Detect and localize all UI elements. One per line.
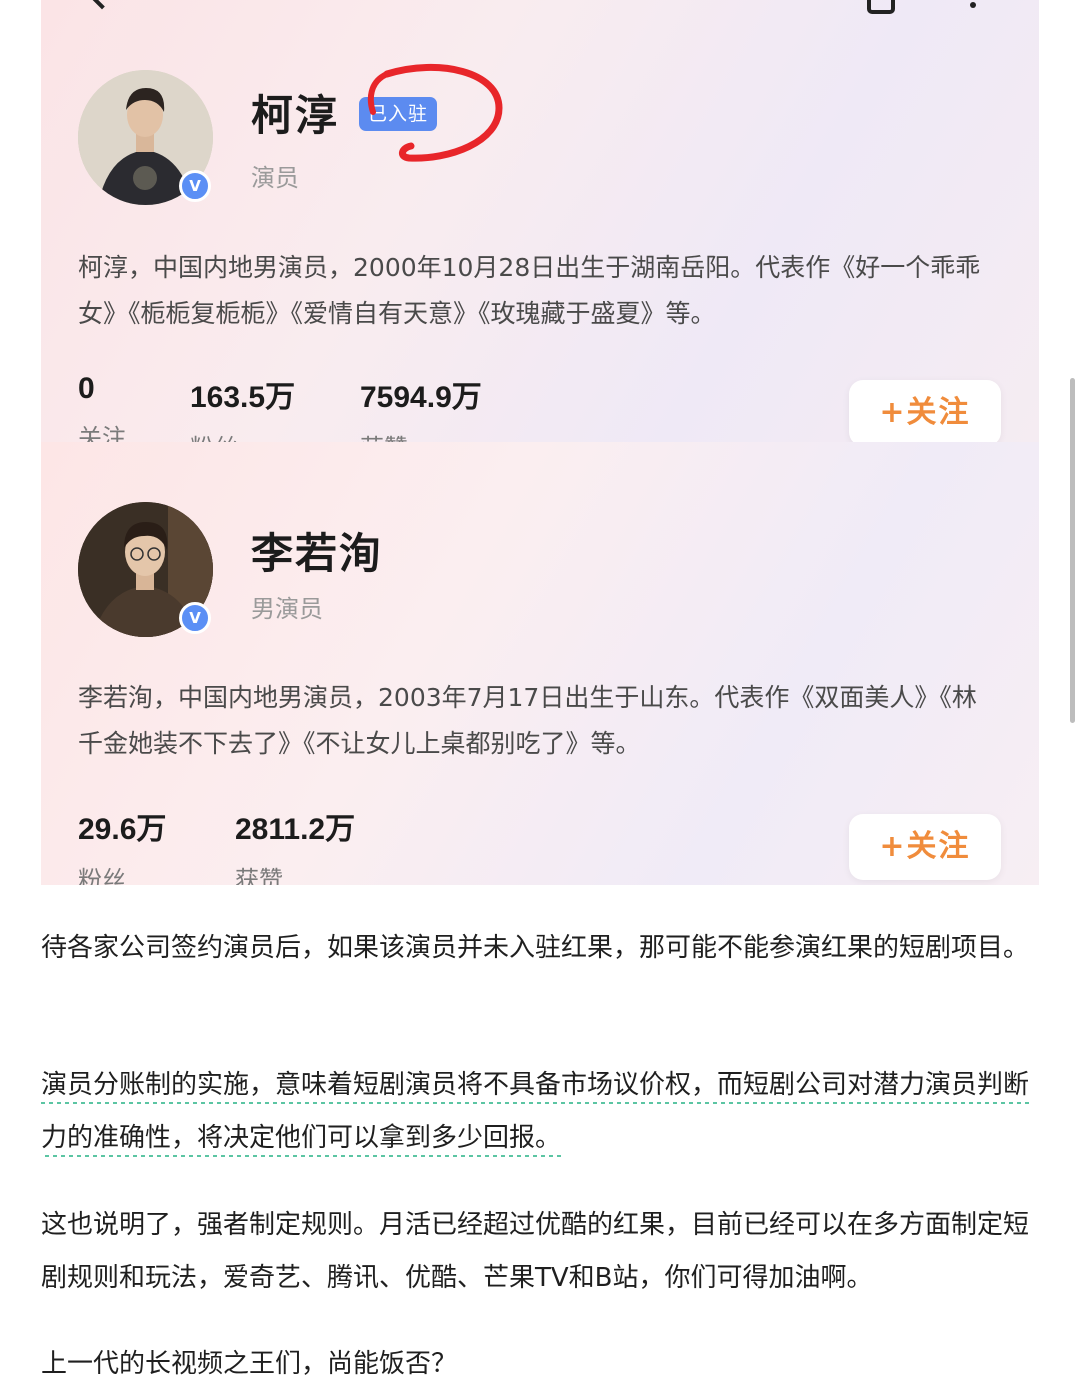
article-paragraph: 这也说明了，强者制定规则。月活已经超过优酷的红果，目前已经可以在多方面制定短剧规… (41, 1210, 1030, 1293)
stat-value: 2811.2万 (235, 813, 356, 846)
embedded-screenshot: V 柯淳 已入驻 演员 柯淳，中国内地男演员，2000年10月28日出生于湖南岳… (41, 0, 1039, 885)
article-paragraph-highlighted: 演员分账制的实施，意味着短剧演员将不具备市场议价权，而短剧公司对潜力演员判断力的… (41, 1059, 1041, 1165)
verified-badge-icon: V (179, 170, 211, 202)
more-vertical-icon[interactable] (970, 2, 976, 8)
profile-bio: 李若洵，中国内地男演员，2003年7月17日出生于山东。代表作《双面美人》《林千… (78, 683, 977, 758)
profile-bio: 柯淳，中国内地男演员，2000年10月28日出生于湖南岳阳。代表作《好一个乖乖女… (78, 253, 981, 328)
follow-button[interactable]: +关注 (849, 814, 1001, 880)
article-paragraph: 待各家公司签约演员后，如果该演员并未入驻红果，那可能不能参演红果的短剧项目。 (41, 933, 1030, 963)
verified-badge-icon: V (179, 602, 211, 634)
stat-label: 关注 (78, 424, 126, 442)
profile-name: 李若洵 (251, 529, 384, 578)
stat-likes[interactable]: 7594.9万 获赞 (360, 372, 482, 442)
stat-likes[interactable]: 2811.2万 获赞 (235, 804, 355, 885)
profile-card-kechun: V 柯淳 已入驻 演员 柯淳，中国内地男演员，2000年10月28日出生于湖南岳… (41, 0, 1039, 442)
profile-role: 男演员 (251, 595, 323, 623)
stat-value: 7594.9万 (360, 381, 482, 414)
chevron-left-icon[interactable] (83, 0, 121, 10)
stat-value: 29.6万 (78, 813, 167, 846)
scrollbar[interactable] (1070, 378, 1075, 723)
stat-label: 粉丝 (190, 428, 295, 442)
profile-name: 柯淳 (251, 91, 340, 140)
stat-followers[interactable]: 163.5万 粉丝 (190, 372, 295, 442)
profile-role: 演员 (251, 164, 299, 192)
stat-label: 获赞 (235, 866, 283, 885)
joined-badge: 已入驻 (359, 97, 437, 131)
share-icon[interactable] (867, 0, 895, 14)
underlined-text: 演员分账制的实施，意味着短剧演员将不具备市场议价权，而短剧公司对潜力演员判断力的… (41, 1070, 1030, 1157)
stat-label: 粉丝 (78, 866, 126, 885)
stat-label: 获赞 (360, 428, 482, 442)
stat-followers[interactable]: 29.6万 粉丝 (78, 804, 166, 885)
follow-button[interactable]: +关注 (849, 380, 1001, 442)
stat-value: 0 (78, 372, 95, 405)
stat-value: 163.5万 (190, 381, 296, 414)
article-paragraph: 上一代的长视频之王们，尚能饭否？ (41, 1349, 458, 1379)
profile-card-liruoxun: V 李若洵 男演员 李若洵，中国内地男演员，2003年7月17日出生于山东。代表… (41, 442, 1039, 885)
stat-following[interactable]: 0 关注 (78, 372, 126, 442)
